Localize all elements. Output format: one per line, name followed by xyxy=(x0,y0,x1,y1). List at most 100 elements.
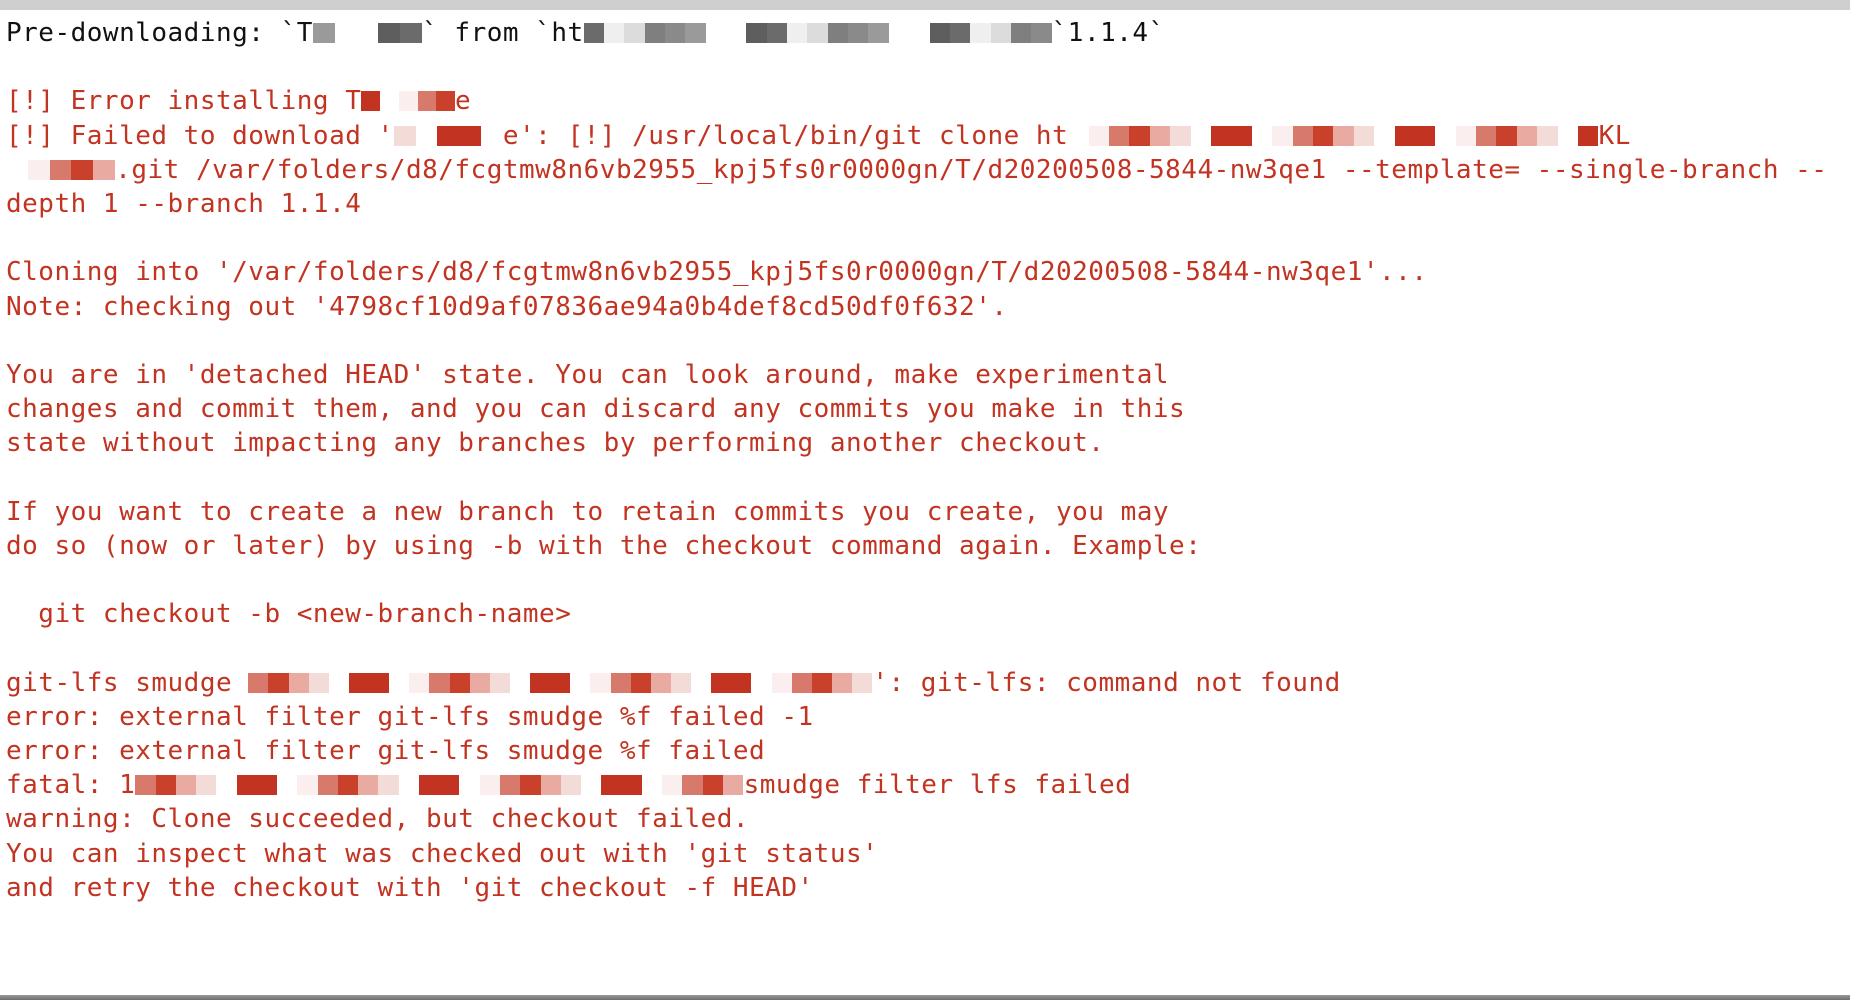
redaction-block xyxy=(827,23,849,43)
terminal-line: depth 1 --branch 1.1.4 xyxy=(6,187,1850,221)
redaction-block xyxy=(288,672,309,693)
line-text: depth 1 --branch 1.1.4 xyxy=(6,188,362,219)
redaction-block xyxy=(6,159,28,180)
redaction-block xyxy=(248,672,269,693)
window-bottom-edge xyxy=(0,995,1850,1000)
terminal-line: git-lfs smudge ': git-lfs: command not f… xyxy=(6,666,1850,700)
line-text: Cloning into '/var/folders/d8/fcgtmw8n6v… xyxy=(6,257,1428,288)
redaction-block xyxy=(624,23,645,43)
redaction-block xyxy=(378,775,399,796)
redaction-block xyxy=(670,672,692,693)
redaction-block xyxy=(489,672,510,693)
terminal-output[interactable]: Pre-downloading: `T ` from `ht `1.1.4` [!]… xyxy=(0,10,1850,995)
redaction-block xyxy=(356,23,379,43)
redaction-block xyxy=(807,23,828,43)
redaction-block xyxy=(409,672,430,693)
redaction-block xyxy=(317,775,338,796)
redaction-block xyxy=(1170,125,1191,146)
redaction-block xyxy=(277,775,298,796)
line-text: `1.1.4` xyxy=(1051,18,1165,48)
line-text: KL xyxy=(1598,120,1631,151)
redaction-block xyxy=(334,23,357,43)
redaction-block xyxy=(909,23,930,43)
redaction-block xyxy=(439,775,460,796)
redaction-block xyxy=(135,775,156,796)
line-text: error: external filter git-lfs smudge %f… xyxy=(6,701,814,732)
redaction-block xyxy=(429,672,450,693)
redacted-text xyxy=(393,121,503,146)
redaction-block xyxy=(641,775,663,796)
terminal-line: error: external filter git-lfs smudge %f… xyxy=(6,700,1850,734)
terminal-line: .git /var/folders/d8/fcgtmw8n6vb2955_kpj… xyxy=(6,153,1850,187)
redaction-block xyxy=(726,23,747,43)
redaction-block xyxy=(722,775,744,796)
redaction-block xyxy=(731,672,752,693)
redaction-block xyxy=(196,775,217,796)
redaction-block xyxy=(787,23,808,43)
redaction-block xyxy=(93,159,116,180)
line-text: error: external filter git-lfs smudge %f… xyxy=(6,735,766,766)
redaction-block xyxy=(49,159,72,180)
redacted-text xyxy=(1068,121,1599,146)
redaction-block xyxy=(662,775,683,796)
redaction-block xyxy=(1455,125,1477,146)
redaction-block xyxy=(644,23,666,43)
redaction-block xyxy=(337,775,359,796)
redaction-block xyxy=(175,775,197,796)
redaction-block xyxy=(481,125,503,146)
redaction-block xyxy=(682,775,703,796)
redaction-block xyxy=(604,23,625,43)
redaction-block xyxy=(459,125,481,146)
redaction-block xyxy=(929,23,950,43)
redaction-block xyxy=(400,23,423,43)
redaction-block xyxy=(831,672,853,693)
redaction-block xyxy=(297,775,318,796)
redaction-block xyxy=(581,775,602,796)
redaction-block xyxy=(702,775,723,796)
terminal-line: [!] Failed to download ' e': [!] /usr/loc… xyxy=(6,119,1850,153)
redaction-block xyxy=(1031,23,1052,43)
redaction-block xyxy=(1010,23,1032,43)
redaction-block xyxy=(868,23,889,43)
terminal-line: You can inspect what was checked out wit… xyxy=(6,837,1850,871)
line-text: git-lfs smudge xyxy=(6,667,249,698)
redaction-block xyxy=(520,775,541,796)
redaction-block xyxy=(393,125,416,146)
redaction-block xyxy=(766,23,788,43)
line-text: warning: Clone succeeded, but checkout f… xyxy=(6,804,750,835)
redaction-block xyxy=(312,23,335,43)
line-text: fatal: 1 xyxy=(6,770,136,801)
redaction-block xyxy=(1435,125,1456,146)
redaction-block xyxy=(436,91,455,112)
redaction-block xyxy=(308,672,329,693)
redaction-block xyxy=(970,23,991,43)
line-text: Note: checking out '4798cf10d9af07836ae9… xyxy=(6,291,1008,322)
redacted-text xyxy=(6,155,116,180)
redaction-block xyxy=(1496,125,1517,146)
redaction-block xyxy=(583,23,604,43)
line-text: [!] Failed to download ' xyxy=(6,120,394,151)
redaction-block xyxy=(469,672,490,693)
redacted-text xyxy=(135,770,744,796)
redaction-block xyxy=(685,23,706,43)
redaction-block xyxy=(268,672,289,693)
redaction-block xyxy=(1537,125,1558,146)
redaction-block xyxy=(459,775,480,796)
redaction-block xyxy=(1292,125,1313,146)
line-text: e': [!] /usr/local/bin/git clone ht xyxy=(502,120,1069,151)
redaction-block xyxy=(398,775,419,796)
line-text: .git /var/folders/d8/fcgtmw8n6vb2955_kpj… xyxy=(115,154,1828,185)
redaction-block xyxy=(1516,125,1538,146)
redaction-block xyxy=(540,775,561,796)
redaction-block xyxy=(1414,125,1436,146)
redaction-block xyxy=(361,91,381,112)
redaction-block xyxy=(601,775,622,796)
line-text: smudge filter lfs failed xyxy=(743,770,1132,801)
line-text: and retry the checkout with 'git checkou… xyxy=(6,872,814,903)
redaction-block xyxy=(509,672,531,693)
redaction-block xyxy=(328,672,349,693)
